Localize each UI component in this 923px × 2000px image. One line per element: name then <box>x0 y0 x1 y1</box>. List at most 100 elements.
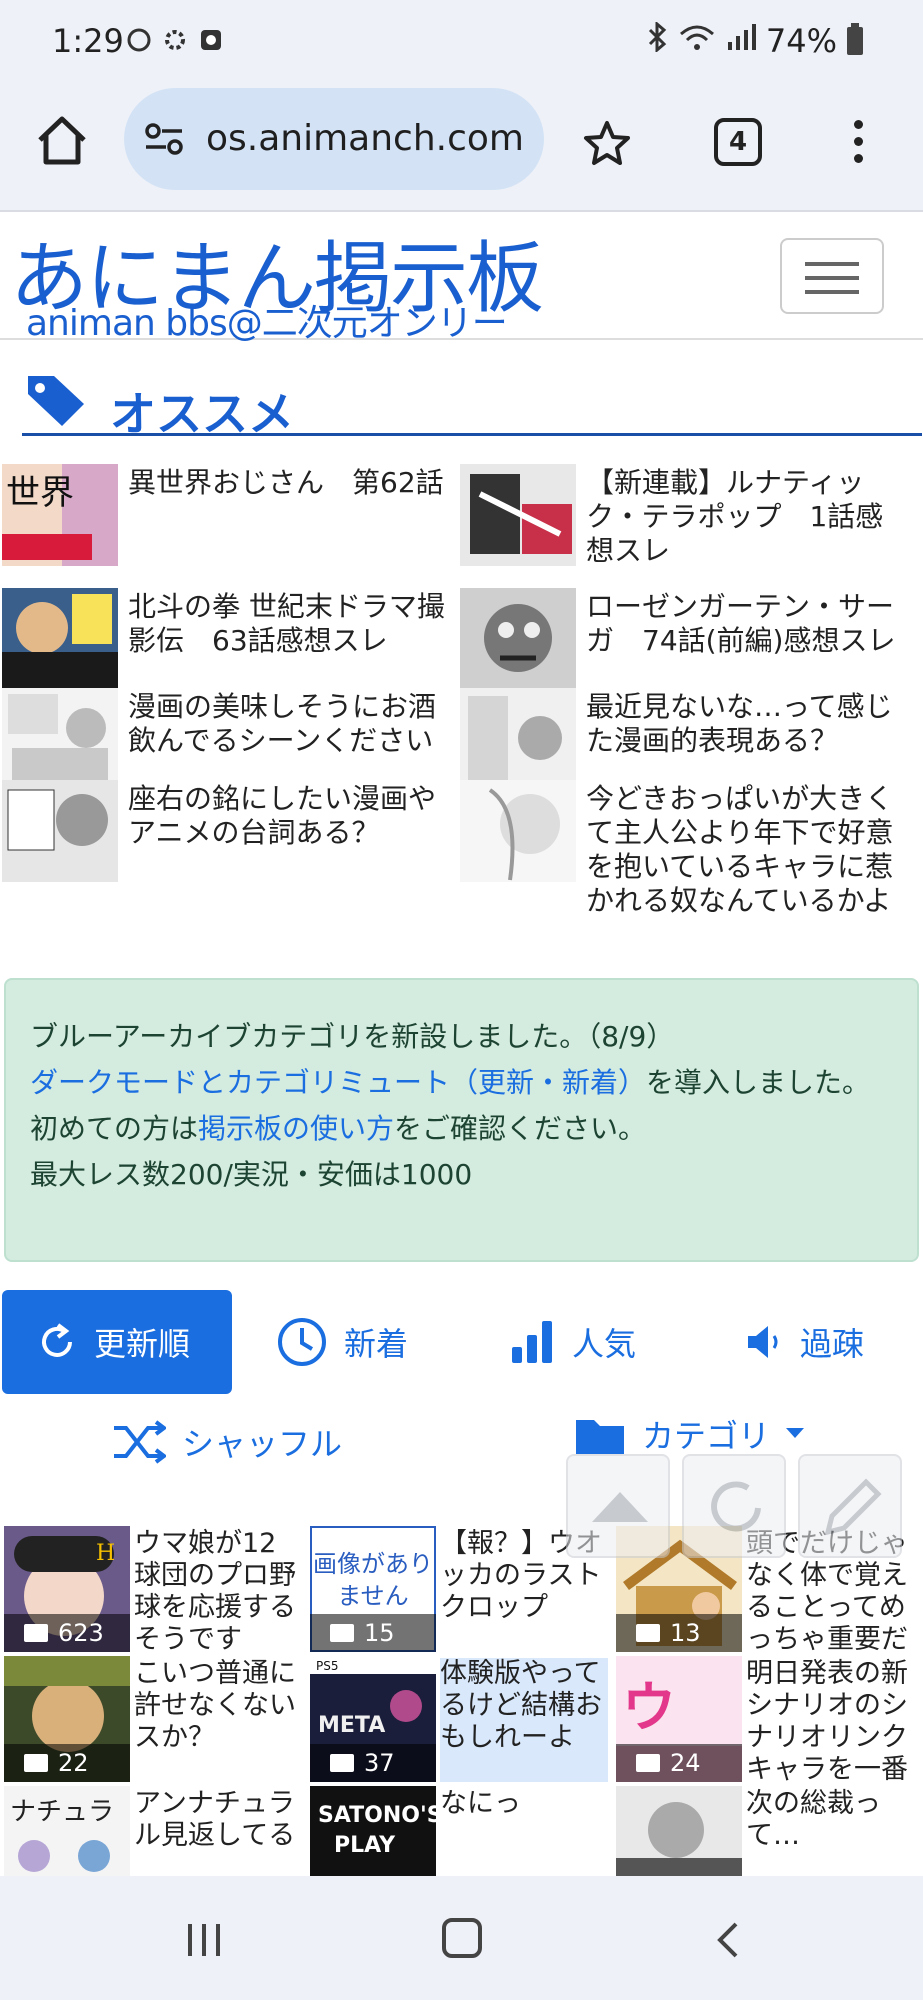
notice-box: ブルーアーカイブカテゴリを新設しました。（8/9） ダークモードとカテゴリミュー… <box>4 978 919 1262</box>
status-notification-icons <box>125 26 225 54</box>
sort-shuffle-button[interactable]: シャッフル <box>112 1390 342 1494</box>
sort-nav: 更新順 新着 人気 過疎 シャッフル カテゴリ <box>0 1290 923 1480</box>
status-bar: 1:29 74% <box>0 0 923 88</box>
sort-new-label: 新着 <box>344 1325 409 1363</box>
thread-card[interactable]: H 623 ウマ娘が12球団のプロ野球を応援するそうです 2024 <box>0 1526 305 1652</box>
svg-text:世界: 世界 <box>6 473 74 513</box>
refresh-icon <box>42 1323 72 1357</box>
bookmark-button[interactable] <box>582 118 632 168</box>
reply-count: 15 <box>310 1614 436 1652</box>
recommend-title: オススメ <box>110 387 294 441</box>
speaker-icon <box>748 1326 778 1358</box>
sort-sparse-label: 過疎 <box>800 1325 865 1363</box>
thread-thumbnail <box>616 1786 742 1876</box>
thread-title: 体験版やってるけど結構おもしれーよ <box>440 1658 608 1782</box>
bluetooth-icon <box>646 20 668 60</box>
settings-gear-icon <box>161 26 189 54</box>
recommend-item[interactable]: 漫画の美味しそうにお酒飲んでるシーンください <box>2 688 452 792</box>
recommend-item[interactable]: 今どきおっぱいが大きくて主人公より年下で好意を抱いているキャラに惹かれる奴なんて… <box>460 780 920 920</box>
recent-apps-icon[interactable] <box>184 1920 224 1960</box>
signal-icon <box>726 22 756 60</box>
thread-card[interactable]: ウ 24 明日発表の新シナリオのシナリオリンクキャラを一番 <box>612 1656 917 1782</box>
scroll-top-button[interactable] <box>566 1454 670 1558</box>
recommend-title-text: ローゼンガーテン・サーガ 74話(前編)感想スレ <box>586 590 896 657</box>
tag-icon <box>28 376 84 426</box>
thread-card[interactable]: 次の総裁って… <box>612 1786 917 1876</box>
site-header: あにまん掲示板 animan bbs@二次元オンリー <box>0 212 923 344</box>
clock-icon <box>278 1318 326 1366</box>
folder-icon <box>576 1420 624 1454</box>
notice-line-2-text: を導入しました。 <box>646 1066 871 1099</box>
thread-card[interactable]: PS5 META 37 体験版やってるけど結構おもしれーよ <box>306 1656 611 1782</box>
notice-line-3: 初めての方は掲示板の使い方をご確認ください。 <box>30 1106 893 1152</box>
caret-down-icon <box>786 1428 805 1438</box>
home-key-icon[interactable] <box>442 1918 482 1958</box>
sort-new-button[interactable]: 新着 <box>276 1290 408 1394</box>
thread-title: なにっ <box>440 1788 521 1819</box>
thumbnail-image <box>2 688 118 790</box>
reload-button[interactable] <box>682 1454 786 1558</box>
dark-mode-link[interactable]: ダークモードとカテゴリミュート（更新・新着） <box>30 1066 646 1099</box>
thread-thumbnail: ナチュラ <box>4 1786 130 1876</box>
wifi-icon <box>678 22 716 60</box>
back-icon[interactable] <box>708 1920 748 1960</box>
new-thread-button[interactable] <box>798 1454 902 1558</box>
thumbnail-image <box>460 780 576 882</box>
notice-line-3-post: をご確認ください。 <box>394 1112 647 1145</box>
shuffle-icon <box>114 1420 166 1464</box>
recommend-title-text: 異世界おじさん 第62話 <box>128 466 444 499</box>
system-nav-bar <box>0 1876 923 2000</box>
recommend-title-text: 最近見ないな…って感じた漫画的表現ある？ <box>586 690 893 757</box>
recommend-item[interactable]: 座右の銘にしたい漫画やアニメの台詞ある？ <box>2 780 452 884</box>
hamburger-menu-button[interactable] <box>780 238 884 314</box>
thread-title: こいつ普通に許せなくないスか？ <box>134 1658 296 1753</box>
recommend-item[interactable]: ローゼンガーテン・サーガ 74話(前編)感想スレ <box>460 588 920 692</box>
recommend-item[interactable]: 【新連載】ルナティック・テラポップ 1話感想スレ <box>460 464 920 568</box>
svg-text:ウ: ウ <box>622 1676 676 1739</box>
url-text: os.animanch.com <box>206 118 524 159</box>
site-logo-subtitle: animan bbs@二次元オンリー <box>26 303 508 344</box>
clock-app-icon <box>197 26 225 54</box>
page: 1:29 74% os.animanch.com 4 あにまん掲示板 anima… <box>0 0 923 2000</box>
reply-count: 623 <box>4 1614 130 1652</box>
thread-title: ウマ娘が12球団のプロ野球を応援するそうです 2024 <box>134 1528 296 1652</box>
recommend-title-text: 【新連載】ルナティック・テラポップ 1話感想スレ <box>586 466 884 567</box>
recommend-item[interactable]: 北斗の拳 世紀末ドラマ撮影伝 63話感想スレ <box>2 588 452 692</box>
sort-update-label: 更新順 <box>94 1325 191 1363</box>
recommend-item[interactable]: 最近見ないな…って感じた漫画的表現ある？ <box>460 688 920 792</box>
thread-title: 次の総裁って… <box>746 1788 881 1851</box>
reply-count: 13 <box>616 1614 742 1652</box>
sort-update-button[interactable]: 更新順 <box>2 1290 232 1394</box>
home-button[interactable] <box>32 110 92 170</box>
bar-chart-icon <box>512 1321 552 1363</box>
sort-sparse-button[interactable]: 過疎 <box>744 1290 864 1394</box>
site-settings-icon[interactable] <box>144 122 184 156</box>
reply-count: 22 <box>4 1744 130 1782</box>
status-right: 74% <box>646 20 863 60</box>
tab-switcher-button[interactable]: 4 <box>714 118 762 166</box>
recommend-section: オススメ 世界 異世界おじさん 第62話 【新連載】ルナティック・テラポップ 1… <box>0 342 923 952</box>
recommend-title-text: 漫画の美味しそうにお酒飲んでるシーンください <box>128 690 437 757</box>
reply-count: 24 <box>616 1744 742 1782</box>
svg-text:ナチュラ: ナチュラ <box>10 1797 114 1827</box>
thread-card[interactable]: 22 こいつ普通に許せなくないスか？ <box>0 1656 305 1782</box>
svg-text:META: META <box>318 1713 385 1738</box>
recommend-item[interactable]: 世界 異世界おじさん 第62話 <box>2 464 452 568</box>
thumbnail-image <box>2 588 118 690</box>
notice-line-3-pre: 初めての方は <box>30 1112 199 1145</box>
recommend-title-text: 北斗の拳 世紀末ドラマ撮影伝 63話感想スレ <box>128 590 445 657</box>
thread-card[interactable]: ナチュラ アンナチュラル見返してる <box>0 1786 305 1876</box>
address-bar[interactable]: os.animanch.com <box>124 88 544 190</box>
star-icon <box>584 121 630 165</box>
app-notification-icon <box>125 26 153 54</box>
thread-card[interactable]: SATONO'S PLAY なにっ <box>306 1786 611 1876</box>
recommend-title-text: 座右の銘にしたい漫画やアニメの台詞ある？ <box>128 782 437 849</box>
notice-line-2: ダークモードとカテゴリミュート（更新・新着）を導入しました。 <box>30 1060 893 1106</box>
svg-text:PLAY: PLAY <box>334 1833 396 1858</box>
more-menu-button[interactable] <box>848 118 868 168</box>
sort-popular-button[interactable]: 人気 <box>510 1290 636 1394</box>
how-to-use-link[interactable]: 掲示板の使い方 <box>198 1112 394 1145</box>
thumbnail-image: 世界 <box>2 464 118 566</box>
thumbnail-image <box>460 688 576 790</box>
thread-title: 明日発表の新シナリオのシナリオリンクキャラを一番 <box>746 1658 908 1782</box>
